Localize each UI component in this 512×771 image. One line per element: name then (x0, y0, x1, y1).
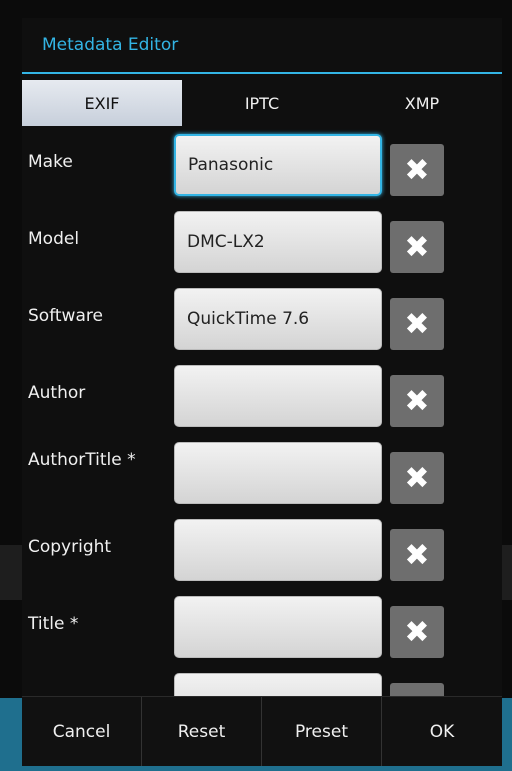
field-row-authortitle: AuthorTitle * ✖ (22, 442, 502, 506)
clear-author-button[interactable]: ✖ (390, 375, 444, 427)
field-label-model: Model (28, 229, 80, 249)
author-input[interactable] (174, 365, 382, 427)
close-icon: ✖ (404, 306, 430, 342)
model-input[interactable]: DMC-LX2 (174, 211, 382, 273)
field-label-title: Title * (28, 614, 79, 634)
make-input[interactable]: Panasonic (174, 134, 382, 196)
field-row-software: Software QuickTime 7.6 ✖ (22, 288, 502, 352)
metadata-editor-dialog: Metadata Editor EXIF IPTC XMP Make Panas… (22, 18, 502, 766)
dialog-button-bar: Cancel Reset Preset OK (22, 696, 502, 766)
field-row-model: Model DMC-LX2 ✖ (22, 211, 502, 275)
clear-software-button[interactable]: ✖ (390, 298, 444, 350)
clear-title-button[interactable]: ✖ (390, 606, 444, 658)
clear-authortitle-button[interactable]: ✖ (390, 452, 444, 504)
close-icon: ✖ (404, 383, 430, 419)
tab-xmp[interactable]: XMP (342, 80, 502, 126)
field-label-author: Author (28, 383, 86, 403)
field-row-copyright: Copyright ✖ (22, 519, 502, 583)
reset-button[interactable]: Reset (142, 697, 262, 766)
clear-model-button[interactable]: ✖ (390, 221, 444, 273)
close-icon: ✖ (404, 537, 430, 573)
tab-bar: EXIF IPTC XMP (22, 80, 502, 126)
tab-exif[interactable]: EXIF (22, 80, 182, 126)
field-label-make: Make (28, 152, 73, 172)
field-label-authortitle: AuthorTitle * (28, 450, 136, 470)
preset-button[interactable]: Preset (262, 697, 382, 766)
copyright-input[interactable] (174, 519, 382, 581)
tab-iptc[interactable]: IPTC (182, 80, 342, 126)
cancel-button[interactable]: Cancel (22, 697, 142, 766)
clear-copyright-button[interactable]: ✖ (390, 529, 444, 581)
field-row-make: Make Panasonic ✖ (22, 134, 502, 198)
field-label-software: Software (28, 306, 103, 326)
dialog-title: Metadata Editor (22, 18, 502, 74)
ok-button[interactable]: OK (382, 697, 502, 766)
clear-make-button[interactable]: ✖ (390, 144, 444, 196)
field-row-title: Title * ✖ (22, 596, 502, 660)
close-icon: ✖ (404, 229, 430, 265)
close-icon: ✖ (404, 614, 430, 650)
close-icon: ✖ (404, 460, 430, 496)
close-icon: ✖ (404, 152, 430, 188)
authortitle-input[interactable] (174, 442, 382, 504)
field-label-copyright: Copyright (28, 537, 112, 557)
field-row-author: Author ✖ (22, 365, 502, 429)
software-input[interactable]: QuickTime 7.6 (174, 288, 382, 350)
title-input[interactable] (174, 596, 382, 658)
